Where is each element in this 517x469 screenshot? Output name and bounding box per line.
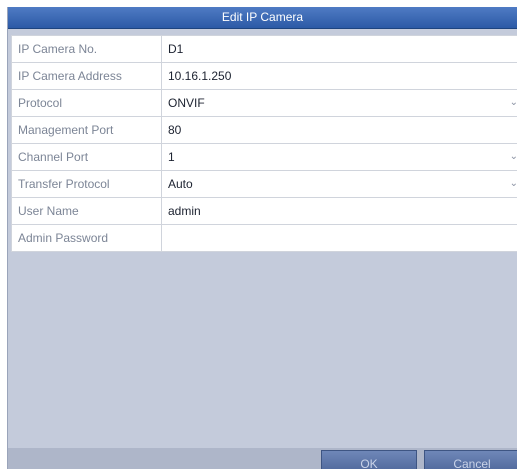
ip-camera-no-label: IP Camera No. [12, 36, 162, 62]
row-admin-password: Admin Password [12, 225, 517, 252]
ip-camera-address-value: 10.16.1.250 [168, 69, 232, 83]
protocol-label: Protocol [12, 90, 162, 116]
row-user-name: User Name admin [12, 198, 517, 225]
channel-port-select[interactable]: 1 ⌄ [162, 144, 517, 170]
row-ip-camera-address: IP Camera Address 10.16.1.250 [12, 63, 517, 90]
row-management-port: Management Port 80 [12, 117, 517, 144]
ip-camera-no-value: D1 [168, 42, 184, 56]
admin-password-label: Admin Password [12, 225, 162, 251]
camera-settings-table: IP Camera No. D1 IP Camera Address 10.16… [11, 35, 517, 252]
cancel-button[interactable]: Cancel [424, 450, 517, 469]
protocol-value: ONVIF [168, 96, 205, 110]
row-channel-port: Channel Port 1 ⌄ [12, 144, 517, 171]
ip-camera-address-label: IP Camera Address [12, 63, 162, 89]
ip-camera-address-field[interactable]: 10.16.1.250 [162, 63, 517, 89]
chevron-down-icon[interactable]: ⌄ [510, 171, 517, 197]
transfer-protocol-label: Transfer Protocol [12, 171, 162, 197]
transfer-protocol-value: Auto [168, 177, 193, 191]
management-port-value: 80 [168, 123, 182, 137]
channel-port-value: 1 [168, 150, 175, 164]
transfer-protocol-select[interactable]: Auto ⌄ [162, 171, 517, 197]
protocol-select[interactable]: ONVIF ⌄ [162, 90, 517, 116]
edit-ip-camera-dialog: Edit IP Camera IP Camera No. D1 IP Camer… [7, 7, 517, 469]
chevron-down-icon[interactable]: ⌄ [510, 144, 517, 170]
admin-password-field[interactable] [162, 225, 517, 251]
ok-button[interactable]: OK [321, 450, 417, 469]
dialog-title: Edit IP Camera [8, 7, 517, 29]
user-name-value: admin [168, 204, 201, 218]
row-ip-camera-no: IP Camera No. D1 [12, 36, 517, 63]
user-name-field[interactable]: admin [162, 198, 517, 224]
chevron-down-icon[interactable]: ⌄ [510, 90, 517, 116]
channel-port-label: Channel Port [12, 144, 162, 170]
ip-camera-no-field[interactable]: D1 [162, 36, 517, 62]
row-protocol: Protocol ONVIF ⌄ [12, 90, 517, 117]
user-name-label: User Name [12, 198, 162, 224]
management-port-field[interactable]: 80 [162, 117, 517, 143]
management-port-label: Management Port [12, 117, 162, 143]
row-transfer-protocol: Transfer Protocol Auto ⌄ [12, 171, 517, 198]
